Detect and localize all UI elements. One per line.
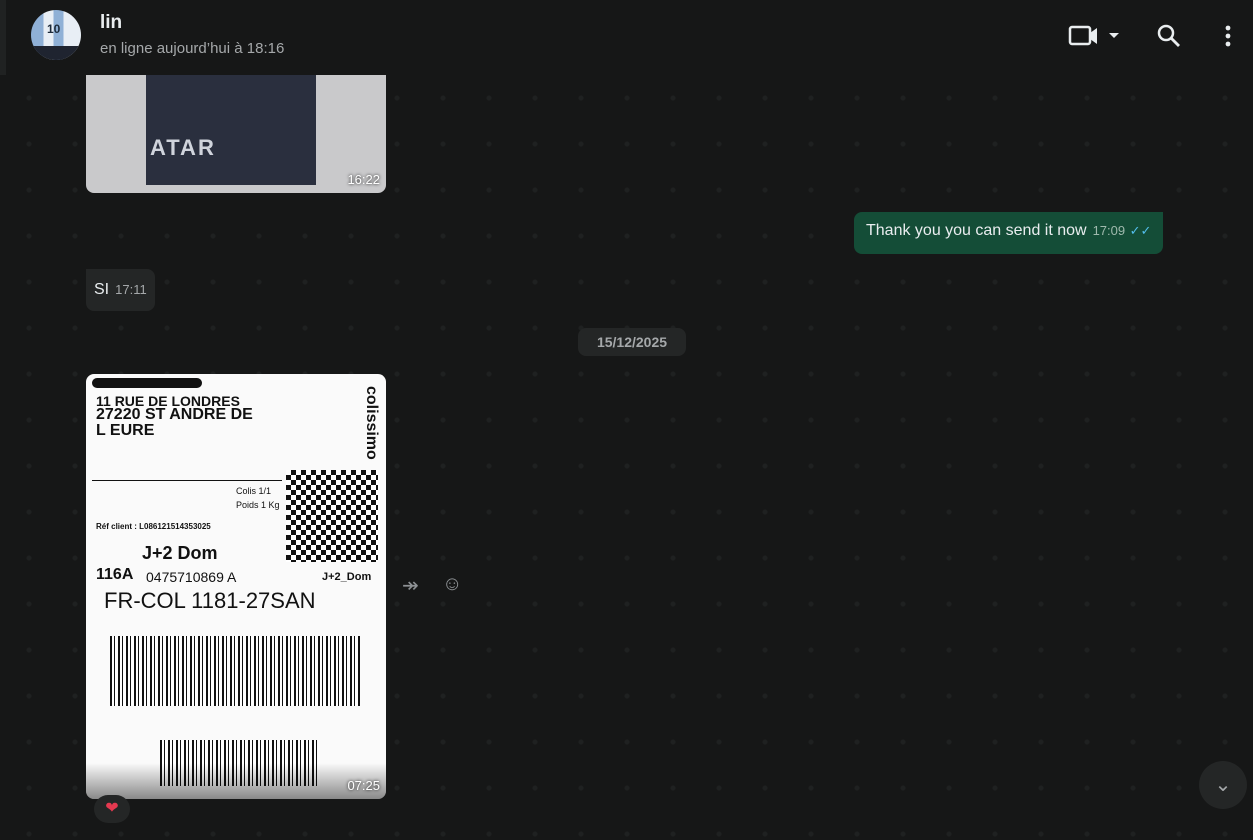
reaction-badge[interactable]: ❤ <box>94 795 130 823</box>
photo-jersey <box>146 75 316 185</box>
carrier-logo-text: colissimo <box>363 386 380 460</box>
message-time: 17:09 <box>1092 223 1126 238</box>
barcode <box>110 636 360 706</box>
label-route: FR-COL 1181-27SAN <box>104 588 316 613</box>
label-ref: Réf client : L086121514353025 <box>96 522 211 531</box>
message-text: Thank you you can send it now <box>866 222 1087 239</box>
emoji-icon: ☺ <box>442 573 463 595</box>
label-code: 116A <box>96 566 134 583</box>
message-text: SI <box>94 281 110 298</box>
label-tracking: 0475710869 A <box>146 569 237 585</box>
date-separator: 15/12/2025 <box>578 328 686 356</box>
message-time: 16:22 <box>347 172 380 187</box>
chat-header: 10 lin en ligne aujourd’hui à 18:16 <box>0 0 1253 75</box>
contact-name[interactable]: lin <box>100 12 122 34</box>
scroll-down-button[interactable]: ⌄ <box>1199 761 1247 809</box>
incoming-message[interactable]: SI 17:11 <box>86 269 155 311</box>
react-button[interactable]: ☺ <box>442 573 462 596</box>
read-ticks-icon: ✓✓ <box>1129 223 1152 238</box>
more-vertical-icon <box>1225 25 1231 47</box>
photo-text: ATAR <box>150 135 216 160</box>
menu-button[interactable] <box>1218 22 1238 55</box>
chevron-down-icon: ⌄ <box>1214 774 1232 796</box>
video-camera-icon <box>1068 25 1119 46</box>
label-service-code: J+2_Dom <box>322 571 372 583</box>
contact-status: en ligne aujourd’hui à 18:16 <box>100 40 285 57</box>
forward-icon: ↠ <box>402 575 419 597</box>
image-message[interactable]: ATAR 16:22 <box>86 75 386 193</box>
avatar[interactable]: 10 <box>31 10 81 60</box>
search-icon <box>1157 24 1180 47</box>
label-colis: Colis 1/1 <box>236 486 272 496</box>
message-time: 17:11 <box>115 282 147 297</box>
message-time: 07:25 <box>347 778 380 793</box>
image-message-shipping-label[interactable]: 11 RUE DE LONDRES 27220 ST ANDRE DE L EU… <box>86 374 386 799</box>
label-address: L EURE <box>96 422 155 439</box>
label-service: J+2 Dom <box>142 543 218 563</box>
qr-code <box>286 470 378 562</box>
avatar-number: 10 <box>47 22 61 36</box>
label-poids: Poids 1 Kg <box>236 500 280 510</box>
message-list[interactable]: ATAR 16:22 Thank you you can send it now… <box>6 75 1253 840</box>
search-button[interactable] <box>1156 22 1182 55</box>
video-call-button[interactable] <box>1068 22 1124 55</box>
outgoing-message[interactable]: Thank you you can send it now 17:09 ✓✓ <box>854 212 1164 254</box>
label-address: 27220 ST ANDRE DE <box>96 406 253 423</box>
forward-button[interactable]: ↠ <box>402 573 419 598</box>
